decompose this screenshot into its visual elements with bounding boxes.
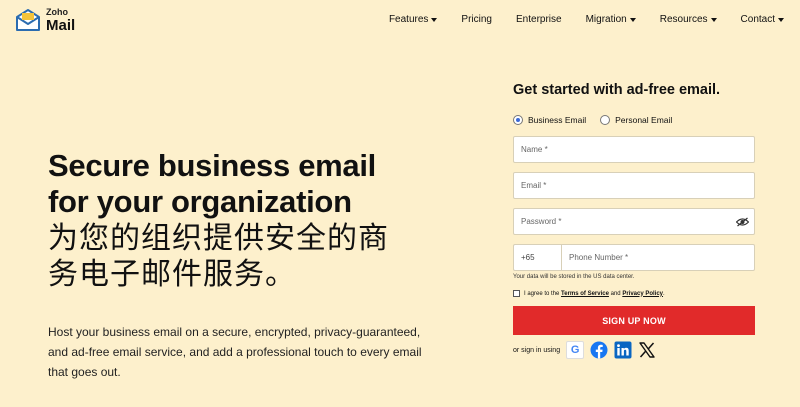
phone-field[interactable]: Phone Number * <box>561 244 755 271</box>
privacy-link[interactable]: Privacy Policy <box>622 291 663 297</box>
hero-heading: Secure business email for your organizat… <box>48 148 448 293</box>
hero-description: Host your business email on a secure, en… <box>48 325 422 379</box>
nav-migration[interactable]: Migration <box>586 14 636 25</box>
linkedin-icon[interactable] <box>614 341 632 359</box>
terms-agreement: I agree to the Terms of Service and Priv… <box>513 290 755 297</box>
country-code-select[interactable]: +65 <box>513 244 561 271</box>
logo-product: Mail <box>46 16 76 34</box>
chevron-down-icon <box>710 18 717 22</box>
nav-pricing[interactable]: Pricing <box>461 14 492 25</box>
signup-button[interactable]: SIGN UP NOW <box>513 306 755 335</box>
chevron-down-icon <box>431 18 438 22</box>
google-icon[interactable]: G <box>566 341 585 359</box>
email-field[interactable]: Email * <box>513 172 755 199</box>
chevron-down-icon <box>778 18 784 22</box>
data-center-note: Your data will be stored in the US data … <box>513 274 635 280</box>
hero-title-cn-line1: 为您的组织提供安全的商 <box>48 222 389 255</box>
signup-form: Get started with ad-free email. Business… <box>513 82 755 359</box>
nav-resources[interactable]: Resources <box>660 14 717 25</box>
password-field[interactable]: Password * <box>513 208 755 235</box>
radio-button-selected[interactable] <box>513 115 523 125</box>
radio-button[interactable] <box>600 115 611 125</box>
form-title: Get started with ad-free email. <box>513 82 721 98</box>
radio-personal-email[interactable]: Personal Email <box>600 115 672 125</box>
x-icon[interactable] <box>638 341 656 359</box>
social-signin: or sign in using G <box>513 341 755 359</box>
nav-enterprise[interactable]: Enterprise <box>516 14 562 25</box>
nav-features[interactable]: Features <box>389 14 438 25</box>
facebook-icon[interactable] <box>590 341 608 359</box>
hero-title-line2: for your organization <box>48 184 352 219</box>
zoho-mail-logo[interactable]: Zoho Mail <box>14 7 75 33</box>
phone-row: +65 Phone Number * <box>513 244 755 271</box>
terms-link[interactable]: Terms of Service <box>561 291 609 297</box>
eye-icon[interactable] <box>736 217 749 227</box>
name-field[interactable]: Name * <box>513 136 755 163</box>
hero-title-line1: Secure business email <box>48 148 376 183</box>
top-nav: Features Pricing Enterprise Migration Re… <box>389 14 784 25</box>
logo-brand: Zoho <box>46 6 68 17</box>
terms-checkbox[interactable] <box>513 290 520 297</box>
radio-business-email[interactable]: Business Email <box>513 115 586 125</box>
signin-label: or sign in using <box>513 346 561 354</box>
hero-title-cn-line2: 务电子邮件服务。 <box>48 258 296 291</box>
mail-envelope-icon <box>16 9 40 31</box>
account-type-radios: Business Email Personal Email <box>513 115 755 125</box>
nav-contact[interactable]: Contact <box>741 14 784 25</box>
chevron-down-icon <box>629 18 636 22</box>
